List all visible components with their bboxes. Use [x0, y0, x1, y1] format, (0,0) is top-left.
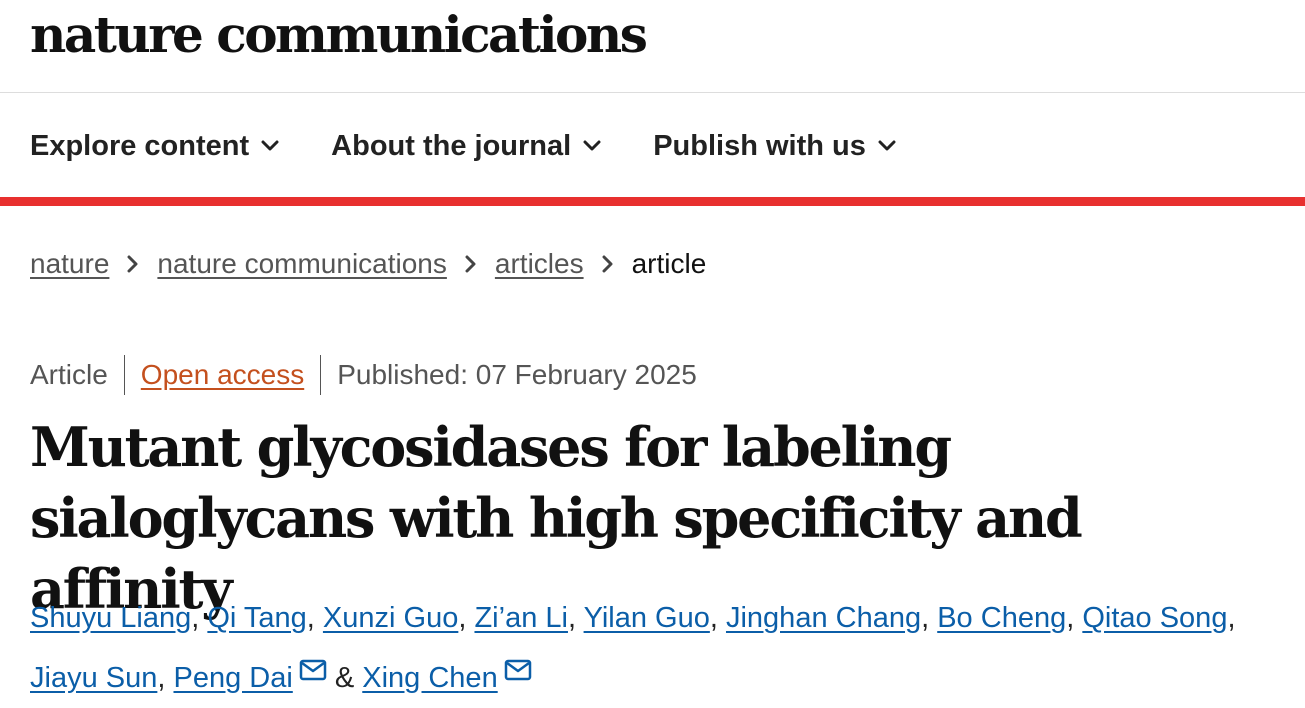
- breadcrumb: nature nature communications articles ar…: [30, 248, 706, 280]
- author-separator: ,: [709, 602, 718, 634]
- author-link[interactable]: Qi Tang: [207, 602, 306, 634]
- author-separator: ,: [458, 602, 467, 634]
- accent-bar: [0, 197, 1305, 206]
- nav-publish-with-us[interactable]: Publish with us: [653, 130, 896, 163]
- chevron-down-icon: [878, 140, 896, 151]
- open-access-link[interactable]: Open access: [141, 359, 304, 391]
- chevron-right-icon: [602, 255, 614, 273]
- author-link[interactable]: Jiayu Sun: [30, 662, 157, 694]
- header-divider: [0, 92, 1305, 93]
- author-link[interactable]: Peng Dai: [173, 662, 292, 694]
- author-link[interactable]: Yilan Guo: [584, 602, 710, 634]
- main-nav: Explore content About the journal Publis…: [30, 124, 948, 168]
- author-link[interactable]: Bo Cheng: [937, 602, 1066, 634]
- author-separator: ,: [567, 602, 577, 634]
- mail-icon[interactable]: [299, 659, 327, 681]
- author-separator: ,: [921, 602, 930, 634]
- chevron-down-icon: [583, 140, 601, 151]
- breadcrumb-current: article: [631, 248, 707, 279]
- breadcrumb-link-articles[interactable]: articles: [495, 248, 584, 280]
- breadcrumb-link-nature-communications[interactable]: nature communications: [157, 248, 446, 280]
- author-separator: ,: [306, 602, 315, 634]
- author-link[interactable]: Xing Chen: [362, 662, 497, 694]
- nav-explore-content[interactable]: Explore content: [30, 130, 279, 163]
- meta-divider: [123, 355, 125, 395]
- author-separator: ,: [1066, 602, 1075, 634]
- nav-explore-content-label: Explore content: [30, 129, 250, 162]
- article-type: Article: [30, 359, 108, 390]
- site-logo[interactable]: nature communications: [30, 4, 648, 66]
- chevron-right-icon: [127, 255, 139, 273]
- chevron-right-icon: [465, 255, 477, 273]
- article-meta: Article Open access Published: 07 Februa…: [30, 355, 697, 395]
- author-separator: ,: [191, 602, 200, 634]
- author-link[interactable]: Qitao Song: [1082, 602, 1227, 634]
- author-link[interactable]: Zi’an Li: [474, 602, 568, 634]
- mail-icon[interactable]: [504, 659, 532, 681]
- author-link[interactable]: Shuyu Liang: [30, 602, 191, 634]
- publication-date: Published: 07 February 2025: [337, 359, 697, 390]
- author-link[interactable]: Jinghan Chang: [726, 602, 921, 634]
- chevron-down-icon: [261, 140, 279, 151]
- nav-about-journal-label: About the journal: [331, 129, 572, 162]
- author-separator: ,: [1227, 602, 1236, 634]
- nav-publish-with-us-label: Publish with us: [653, 129, 866, 162]
- author-list: Shuyu Liang, Qi Tang, Xunzi Guo, Zi’an L…: [30, 588, 1290, 708]
- author-link[interactable]: Xunzi Guo: [323, 602, 458, 634]
- breadcrumb-link-nature[interactable]: nature: [30, 248, 109, 280]
- nav-about-journal[interactable]: About the journal: [331, 130, 601, 163]
- author-ampersand: &: [334, 662, 355, 694]
- meta-divider: [320, 355, 322, 395]
- author-separator: ,: [157, 662, 166, 694]
